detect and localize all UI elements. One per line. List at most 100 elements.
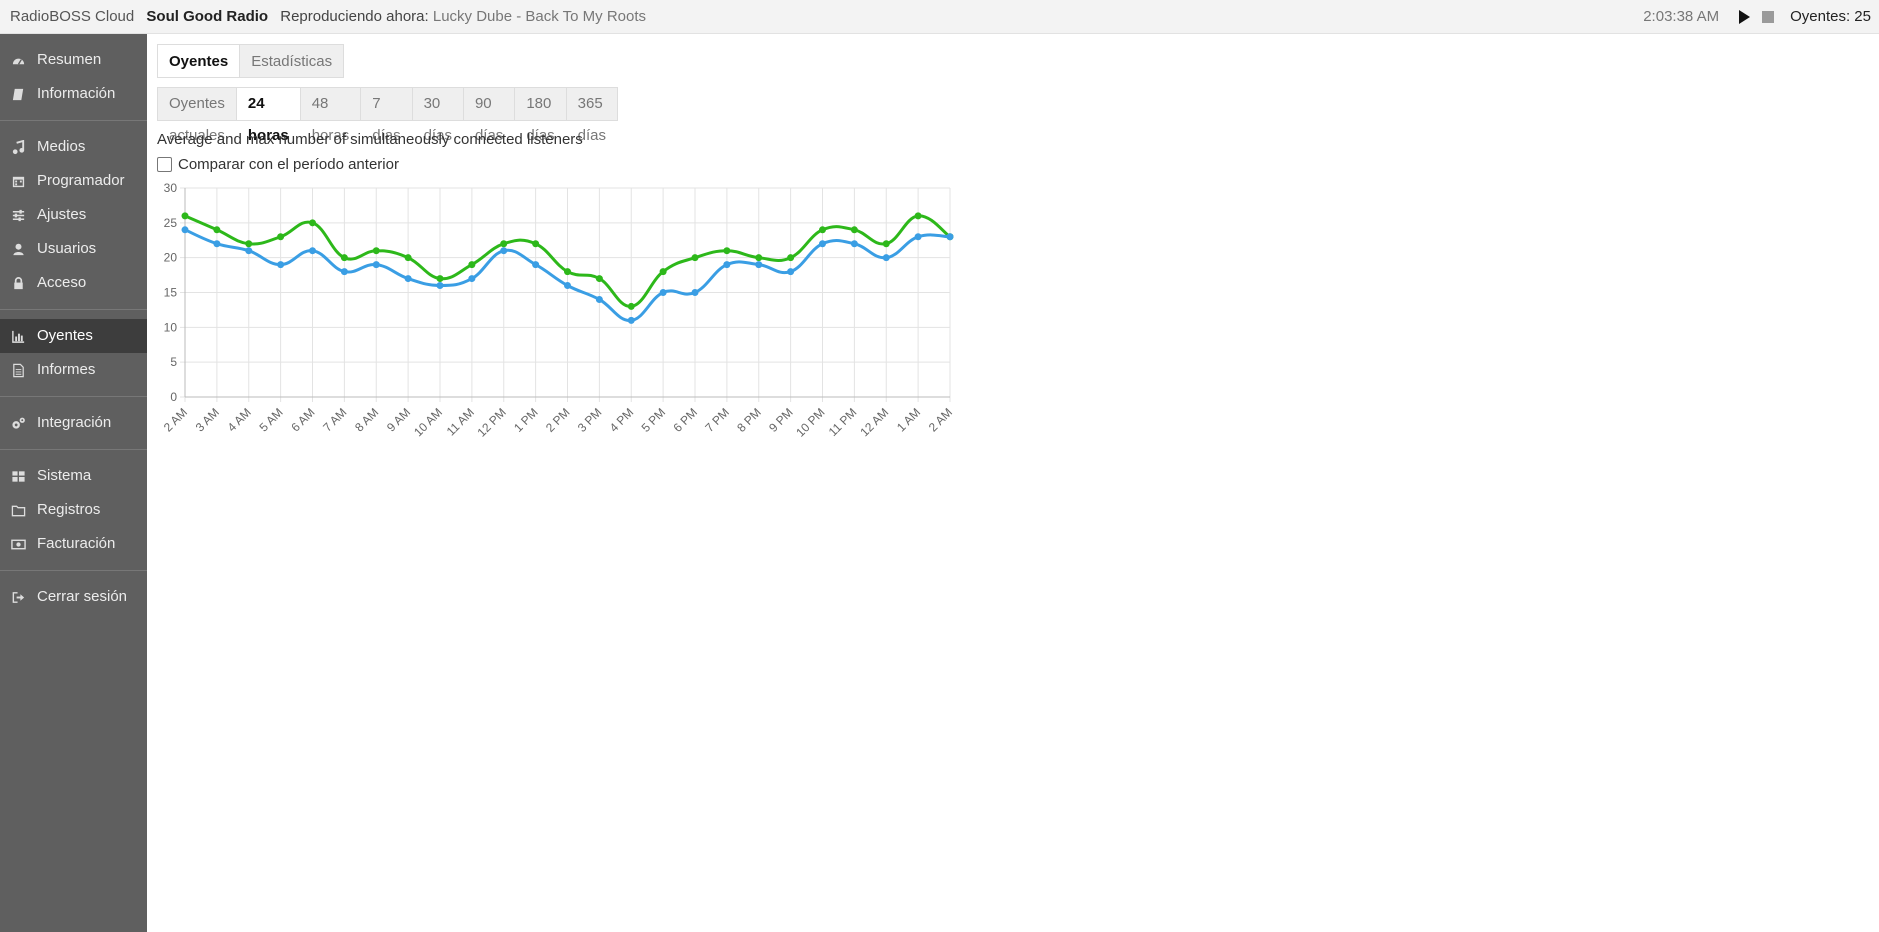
data-point <box>627 302 635 310</box>
data-point <box>755 254 763 262</box>
sidebar-item-facturacion[interactable]: Facturación <box>0 527 147 561</box>
sidebar-item-resumen[interactable]: Resumen <box>0 43 147 77</box>
sidebar-item-integracion[interactable]: Integración <box>0 406 147 440</box>
user-icon <box>11 242 26 257</box>
station-name: Soul Good Radio <box>146 8 269 25</box>
data-point <box>787 268 795 276</box>
data-point <box>755 261 763 269</box>
x-tick-label: 11 AM <box>444 405 477 438</box>
sidebar-item-cerrar-sesion[interactable]: Cerrar sesión <box>0 580 147 614</box>
data-point <box>372 261 380 269</box>
station-info: RadioBOSS Cloud Soul Good Radio Reproduc… <box>10 0 646 34</box>
sidebar-item-acceso[interactable]: Acceso <box>0 266 147 300</box>
y-tick-label: 25 <box>164 216 178 230</box>
sidebar-item-medios[interactable]: Medios <box>0 130 147 164</box>
x-tick-label: 5 PM <box>639 405 669 435</box>
sidebar-item-label: Cerrar sesión <box>37 588 128 605</box>
data-point <box>564 268 571 276</box>
sidebar-item-oyentes[interactable]: Oyentes <box>0 319 147 353</box>
data-point <box>245 247 253 255</box>
data-point <box>213 240 221 248</box>
x-tick-label: 2 AM <box>926 405 955 434</box>
data-point <box>372 247 380 255</box>
x-tick-label: 6 PM <box>670 405 700 435</box>
clock: 2:03:38 AM <box>1643 8 1720 25</box>
period-button[interactable]: 180 días <box>515 87 567 144</box>
x-tick-label: 5 AM <box>257 405 286 434</box>
sidebar-item-sistema[interactable]: Sistema <box>0 459 147 493</box>
sidebar-item-label: Acceso <box>37 274 87 291</box>
y-tick-label: 10 <box>164 320 178 334</box>
x-tick-label: 2 PM <box>543 405 573 435</box>
data-point <box>309 247 316 255</box>
x-tick-label: 7 AM <box>320 405 349 434</box>
play-icon[interactable] <box>1739 10 1751 24</box>
data-point <box>914 212 922 220</box>
data-point <box>627 316 635 324</box>
compare-checkbox[interactable] <box>157 157 172 172</box>
app-name: RadioBOSS Cloud <box>10 8 135 25</box>
data-point <box>819 240 826 248</box>
period-selector: Oyentes actuales 24 horas 48 horas 7 días 30… <box>157 87 618 144</box>
data-point <box>181 226 189 234</box>
x-tick-label: 10 PM <box>793 405 827 439</box>
sidebar-item-ajustes[interactable]: Ajustes <box>0 198 147 232</box>
sidebar-item-label: Informes <box>37 361 96 378</box>
sidebar-item-label: Usuarios <box>37 240 97 257</box>
document-icon <box>11 363 26 378</box>
data-point <box>500 240 508 248</box>
sidebar-group: Oyentes Informes <box>0 310 147 397</box>
period-button[interactable]: 365 días <box>566 87 618 144</box>
period-button[interactable]: 48 horas <box>300 87 362 144</box>
data-point <box>277 233 285 241</box>
sidebar-item-label: Ajustes <box>37 206 87 223</box>
sidebar-group: Cerrar sesión <box>0 571 147 623</box>
sidebar-item-registros[interactable]: Registros <box>0 493 147 527</box>
sidebar-item-label: Resumen <box>37 51 102 68</box>
sidebar-item-usuarios[interactable]: Usuarios <box>0 232 147 266</box>
folder-icon <box>11 503 26 518</box>
sidebar-item-informes[interactable]: Informes <box>0 353 147 387</box>
sidebar-item-informacion[interactable]: Información <box>0 77 147 111</box>
stop-icon[interactable] <box>1762 11 1775 23</box>
sliders-icon <box>11 208 26 223</box>
data-point <box>819 226 826 234</box>
x-tick-label: 4 AM <box>225 405 254 434</box>
x-tick-label: 3 AM <box>193 405 222 434</box>
sidebar-item-label: Registros <box>37 501 101 518</box>
data-point <box>181 212 189 220</box>
data-point <box>500 247 508 255</box>
music-icon <box>11 139 26 155</box>
x-tick-label: 7 PM <box>702 405 732 435</box>
data-point <box>309 219 316 227</box>
sidebar-item-label: Facturación <box>37 535 116 552</box>
period-button[interactable]: 7 días <box>361 87 413 144</box>
x-tick-label: 1 PM <box>511 405 541 435</box>
data-point <box>468 261 476 269</box>
data-point <box>787 254 795 262</box>
x-tick-label: 6 AM <box>288 405 317 434</box>
bar-chart-icon <box>11 329 26 344</box>
money-icon <box>11 537 26 552</box>
sidebar-item-label: Oyentes <box>37 327 93 344</box>
sidebar-item-label: Información <box>37 85 116 102</box>
tab-estadisticas[interactable]: Estadísticas <box>240 44 345 78</box>
compare-option[interactable]: Comparar con el período anterior <box>157 156 399 173</box>
sidebar-item-label: Sistema <box>37 467 92 484</box>
sign-out-icon <box>11 590 26 605</box>
period-button[interactable]: Oyentes actuales <box>157 87 237 144</box>
sidebar-group: Medios Programador Ajustes Usuarios Acceso <box>0 121 147 310</box>
x-tick-label: 9 PM <box>766 405 796 435</box>
period-button[interactable]: 24 horas <box>236 87 301 144</box>
x-tick-label: 10 AM <box>411 405 445 439</box>
period-button[interactable]: 30 días <box>412 87 464 144</box>
series-line-0 <box>184 214 951 308</box>
period-button[interactable]: 90 días <box>463 87 516 144</box>
data-point <box>213 226 221 234</box>
data-point <box>595 295 603 303</box>
data-point <box>436 282 444 290</box>
x-tick-label: 1 AM <box>894 405 923 434</box>
data-point <box>850 240 858 248</box>
sidebar-item-programador[interactable]: Programador <box>0 164 147 198</box>
tab-oyentes[interactable]: Oyentes <box>157 44 241 78</box>
